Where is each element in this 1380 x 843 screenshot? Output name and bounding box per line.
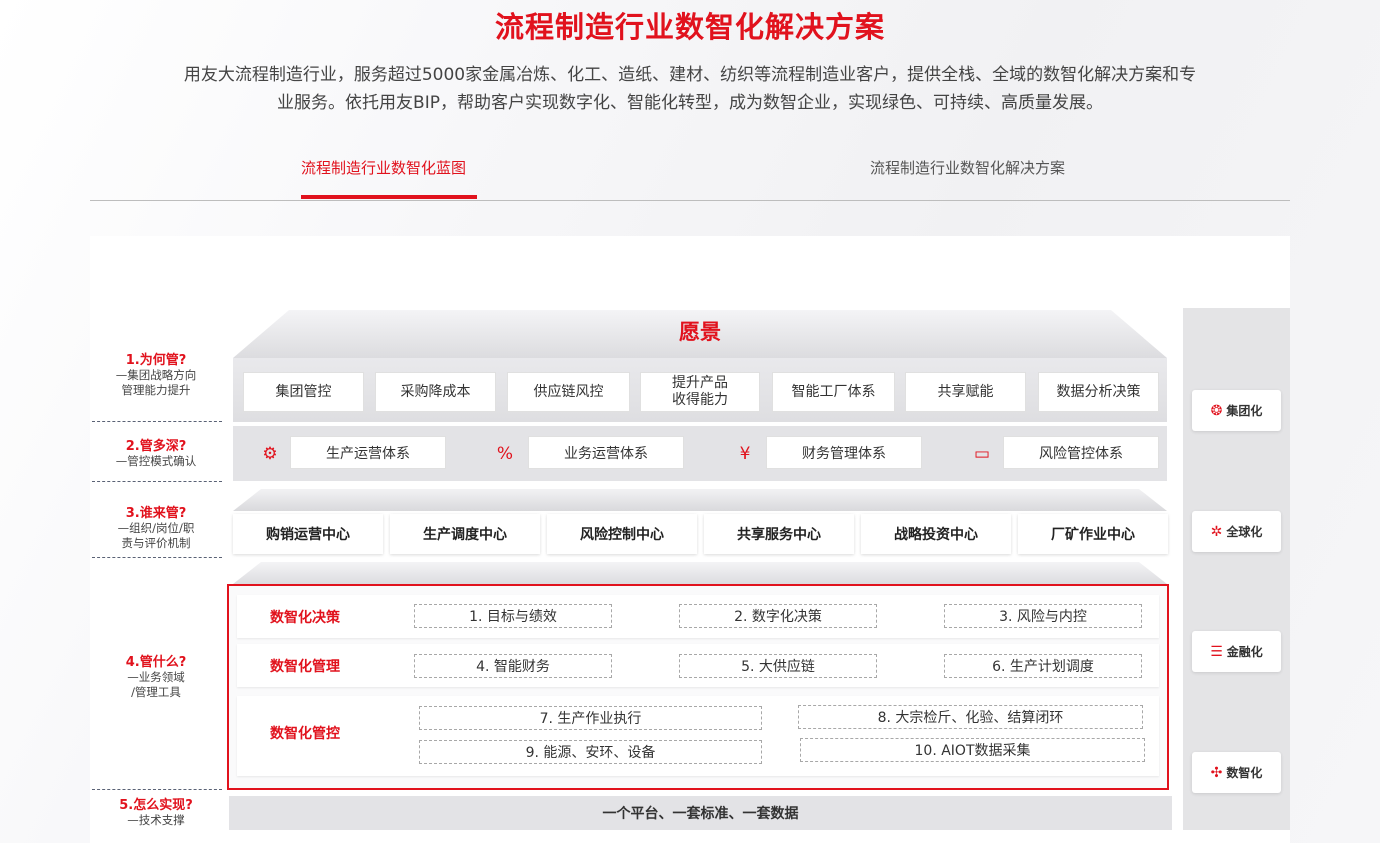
goal-label: 集团管控: [275, 383, 332, 400]
percent-icon: %: [496, 444, 514, 464]
left-label-why-question: 1.为何管?: [125, 353, 187, 368]
group-icon: ❂: [1210, 402, 1223, 419]
side-card-digital[interactable]: ✣ 数智化: [1192, 752, 1281, 793]
intro-line-1: 用友大流程制造行业，服务超过5000家金属冶炼、化工、造纸、建材、纺织等流程制造…: [183, 65, 1197, 85]
goal-label-line-1: 提升产品: [672, 375, 728, 391]
divider-2: [92, 481, 222, 482]
database-icon: ☰: [1210, 643, 1223, 660]
item-production-scheduling[interactable]: 6. 生产计划调度: [944, 654, 1142, 678]
goal-label: 智能工厂体系: [791, 383, 876, 400]
goal-label: 共享赋能: [937, 383, 994, 400]
divider-4: [92, 789, 222, 790]
row-control-title: 数智化管控: [270, 726, 340, 742]
goal-product-yield[interactable]: 提升产品 收得能力: [640, 372, 760, 412]
left-label-depth-question: 2.管多深?: [125, 439, 187, 454]
goal-procurement[interactable]: 采购降成本: [375, 372, 496, 412]
divider-3: [92, 557, 222, 558]
side-card-label: 金融化: [1226, 645, 1263, 659]
center-risk-control[interactable]: 风险控制中心: [547, 514, 697, 554]
left-label-what-desc-1: —业务领域: [127, 670, 185, 684]
center-plant-operations[interactable]: 厂矿作业中心: [1018, 514, 1168, 554]
divider-1: [92, 421, 222, 422]
left-label-what-desc-2: /管理工具: [131, 685, 181, 699]
side-card-global[interactable]: ✲ 全球化: [1192, 511, 1281, 552]
intro-text: 用友大流程制造行业，服务超过5000家金属冶炼、化工、造纸、建材、纺织等流程制造…: [90, 61, 1290, 117]
side-card-label: 全球化: [1226, 525, 1263, 539]
left-label-why: 1.为何管? —集团战略方向 管理能力提升: [92, 353, 220, 398]
left-label-why-desc-2: 管理能力提升: [121, 383, 191, 397]
system-label: 业务运营体系: [564, 445, 648, 462]
side-card-group[interactable]: ❂ 集团化: [1192, 390, 1281, 431]
item-aiot-data-collection[interactable]: 10. AIOT数据采集: [800, 738, 1145, 762]
center-shared-service[interactable]: 共享服务中心: [704, 514, 854, 554]
item-weighing-lab-settlement[interactable]: 8. 大宗检斤、化验、结算闭环: [798, 705, 1143, 729]
row-decision-title: 数智化决策: [270, 610, 340, 626]
side-card-finance[interactable]: ☰ 金融化: [1192, 631, 1281, 672]
left-label-what-question: 4.管什么?: [125, 655, 187, 670]
item-big-supply-chain[interactable]: 5. 大供应链: [679, 654, 877, 678]
goal-label-line-2: 收得能力: [672, 392, 728, 408]
system-label: 财务管理体系: [802, 445, 886, 462]
system-finance[interactable]: 财务管理体系: [766, 436, 922, 469]
center-sales[interactable]: 购销运营中心: [233, 514, 383, 554]
item-risk-internal-control[interactable]: 3. 风险与内控: [944, 604, 1142, 628]
side-card-label: 数智化: [1226, 766, 1263, 780]
left-label-depth-desc-1: —管控模式确认: [115, 454, 197, 468]
goal-label: 供应链风控: [533, 383, 604, 400]
item-production-execution[interactable]: 7. 生产作业执行: [419, 706, 762, 730]
center-production-dispatch[interactable]: 生产调度中心: [390, 514, 540, 554]
page-title: 流程制造行业数智化解决方案: [494, 10, 885, 44]
tab-bar: 流程制造行业数智化蓝图 流程制造行业数智化解决方案: [90, 140, 1290, 201]
left-label-depth: 2.管多深? —管控模式确认: [92, 439, 220, 469]
item-smart-finance[interactable]: 4. 智能财务: [414, 654, 612, 678]
goal-label: 采购降成本: [400, 383, 471, 400]
system-production[interactable]: 生产运营体系: [290, 436, 446, 469]
digital-roof: [233, 562, 1167, 584]
tab-solutions[interactable]: 流程制造行业数智化解决方案: [870, 157, 1065, 178]
side-card-label: 集团化: [1226, 404, 1263, 418]
intro-line-2: 业服务。依托用友BIP，帮助客户实现数字化、智能化转型，成为数智企业，实现绿色、…: [277, 93, 1103, 113]
monitor-chart-icon: ▭: [973, 444, 991, 464]
tab-blueprint[interactable]: 流程制造行业数智化蓝图: [301, 157, 466, 178]
robot-arm-icon: ⚙: [262, 444, 278, 464]
system-label: 生产运营体系: [326, 445, 410, 462]
goal-data-decision[interactable]: 数据分析决策: [1038, 372, 1159, 412]
platform-bar: 一个平台、一套标准、一套数据: [229, 796, 1172, 830]
system-business[interactable]: 业务运营体系: [528, 436, 684, 469]
goal-shared-empower[interactable]: 共享赋能: [905, 372, 1026, 412]
left-label-who: 3.谁来管? —组织/岗位/职 责与评价机制: [92, 506, 220, 551]
left-label-who-question: 3.谁来管?: [125, 506, 187, 521]
left-label-what: 4.管什么? —业务领域 /管理工具: [92, 655, 220, 700]
system-label: 风险管控体系: [1039, 445, 1123, 462]
goal-group-control[interactable]: 集团管控: [243, 372, 364, 412]
yen-icon: ¥: [739, 444, 751, 464]
row-management-title: 数智化管理: [270, 659, 340, 675]
left-label-who-desc-2: 责与评价机制: [121, 536, 191, 550]
left-label-who-desc-1: —组织/岗位/职: [117, 521, 195, 535]
left-label-how: 5.怎么实现? —技术支撑: [92, 798, 220, 828]
cluster-icon: ✣: [1210, 764, 1223, 781]
left-label-how-desc-1: —技术支撑: [127, 813, 185, 827]
globe-icon: ✲: [1210, 523, 1223, 540]
left-label-how-question: 5.怎么实现?: [119, 798, 193, 813]
goal-smart-factory[interactable]: 智能工厂体系: [772, 372, 895, 412]
item-digital-decision[interactable]: 2. 数字化决策: [679, 604, 877, 628]
goal-label: 数据分析决策: [1056, 383, 1141, 400]
vision-title: 愿景: [679, 320, 721, 344]
system-risk[interactable]: 风险管控体系: [1003, 436, 1159, 469]
item-goals-performance[interactable]: 1. 目标与绩效: [414, 604, 612, 628]
center-strategic-investment[interactable]: 战略投资中心: [861, 514, 1011, 554]
goal-supply-risk[interactable]: 供应链风控: [507, 372, 630, 412]
active-tab-indicator: [301, 195, 477, 199]
centers-roof: [233, 489, 1167, 511]
left-label-why-desc-1: —集团战略方向: [115, 368, 197, 382]
item-energy-safety-equipment[interactable]: 9. 能源、安环、设备: [419, 740, 762, 764]
